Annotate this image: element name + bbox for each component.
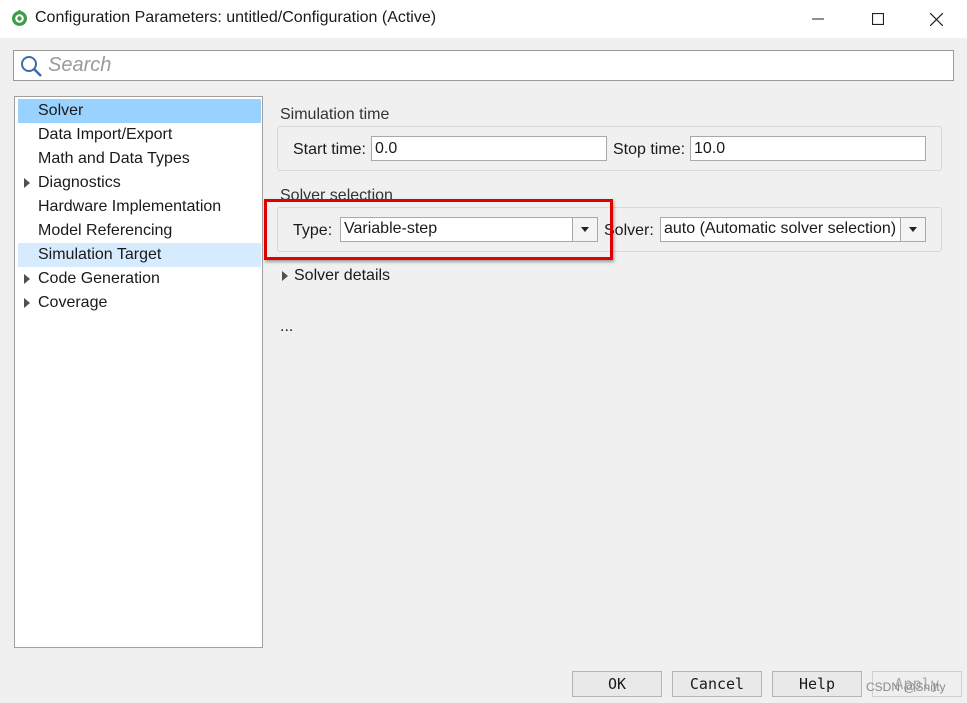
more-options-ellipsis: ... — [280, 318, 294, 335]
type-label: Type: — [293, 222, 333, 239]
solver-details-label: Solver details — [294, 267, 391, 284]
solver-dropdown-value: auto (Automatic solver selection) — [664, 220, 897, 237]
search-box[interactable] — [13, 50, 954, 81]
tree-item-label: Diagnostics — [38, 174, 121, 191]
close-icon — [929, 12, 943, 26]
simulation-time-heading: Simulation time — [280, 106, 390, 123]
chevron-down-icon[interactable] — [572, 218, 597, 241]
tree-item-solver[interactable]: Solver — [18, 99, 261, 123]
tree-item-label: Simulation Target — [38, 246, 162, 263]
tree-item-model-referencing[interactable]: Model Referencing — [18, 219, 261, 243]
type-dropdown-value: Variable-step — [344, 220, 438, 237]
solver-dropdown[interactable]: auto (Automatic solver selection) — [660, 217, 926, 242]
tree-item-hardware-implementation[interactable]: Hardware Implementation — [18, 195, 261, 219]
help-button[interactable]: Help — [772, 671, 862, 697]
tree-item-label: Code Generation — [38, 270, 160, 287]
maximize-icon — [872, 13, 884, 25]
tree-item-simulation-target[interactable]: Simulation Target — [18, 243, 261, 267]
stop-time-field[interactable] — [690, 136, 926, 161]
expand-arrow-icon — [282, 271, 288, 281]
tree-item-diagnostics[interactable]: Diagnostics — [18, 171, 261, 195]
title-bar: Configuration Parameters: untitled/Confi… — [0, 0, 967, 38]
close-button[interactable] — [913, 0, 959, 38]
solver-label: Solver: — [604, 222, 654, 239]
expand-arrow-icon[interactable] — [24, 274, 30, 284]
solver-selection-heading: Solver selection — [280, 187, 393, 204]
tree-item-label: Solver — [38, 102, 84, 119]
start-time-field[interactable] — [371, 136, 607, 161]
category-tree: Solver Data Import/Export Math and Data … — [14, 96, 263, 648]
minimize-button[interactable] — [795, 0, 841, 38]
type-dropdown[interactable]: Variable-step — [340, 217, 598, 242]
tree-item-label: Data Import/Export — [38, 126, 173, 143]
tree-item-label: Hardware Implementation — [38, 198, 222, 215]
tree-item-code-generation[interactable]: Code Generation — [18, 267, 261, 291]
maximize-button[interactable] — [855, 0, 901, 38]
tree-item-label: Model Referencing — [38, 222, 173, 239]
search-icon — [21, 56, 42, 77]
tree-item-label: Coverage — [38, 294, 108, 311]
gear-icon — [12, 10, 27, 26]
minimize-icon — [812, 18, 824, 20]
cancel-button[interactable]: Cancel — [672, 671, 762, 697]
stop-time-label: Stop time: — [613, 141, 686, 158]
tree-item-coverage[interactable]: Coverage — [18, 291, 261, 315]
tree-item-label: Math and Data Types — [38, 150, 190, 167]
expand-arrow-icon[interactable] — [24, 298, 30, 308]
start-time-label: Start time: — [293, 141, 366, 158]
chevron-down-icon[interactable] — [900, 218, 925, 241]
window-title: Configuration Parameters: untitled/Confi… — [35, 9, 437, 26]
watermark-text: CSDN @Snitty — [866, 680, 946, 694]
ok-button[interactable]: OK — [572, 671, 662, 697]
expand-arrow-icon[interactable] — [24, 178, 30, 188]
tree-item-data-import-export[interactable]: Data Import/Export — [18, 123, 261, 147]
search-input[interactable] — [48, 53, 938, 78]
tree-item-math-and-data-types[interactable]: Math and Data Types — [18, 147, 261, 171]
